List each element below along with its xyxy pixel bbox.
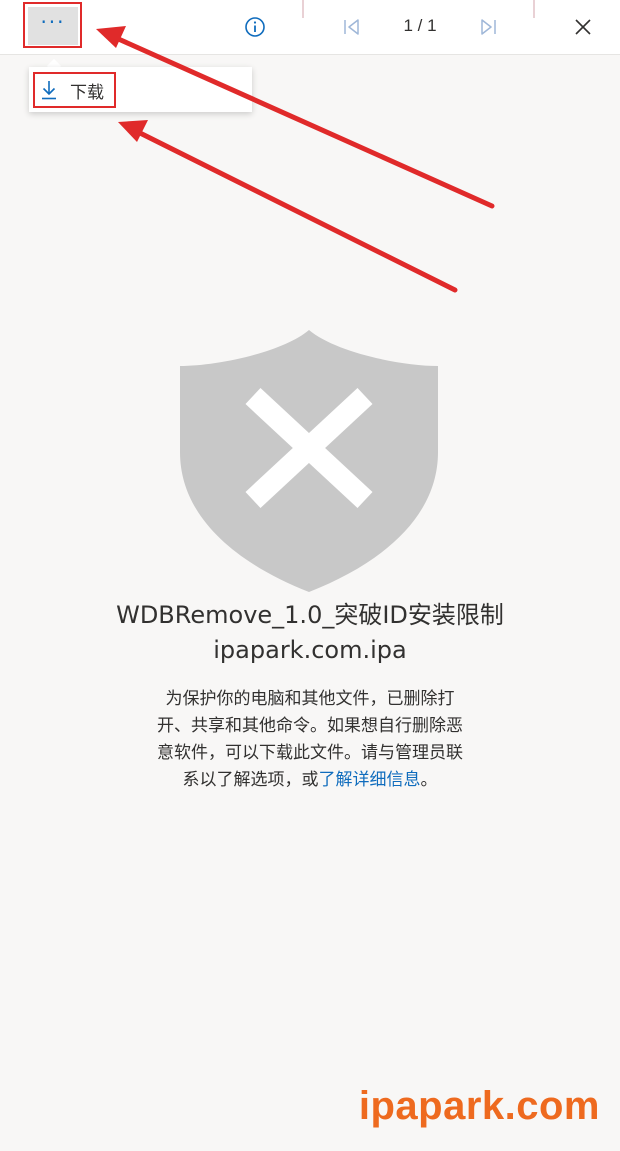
download-label: 下载 — [70, 82, 104, 103]
first-page-icon[interactable] — [343, 19, 361, 35]
blocked-description: 为保护你的电脑和其他文件，已删除打开、共享和其他命令。如果想自行删除恶意软件，可… — [150, 686, 470, 794]
arrow-head-download — [118, 120, 148, 142]
shield-x-icon — [180, 330, 438, 592]
learn-more-link[interactable]: 了解详细信息 — [319, 770, 421, 790]
description-end: 。 — [420, 770, 438, 790]
arrow-to-more-button — [111, 34, 495, 209]
close-icon[interactable] — [574, 18, 592, 36]
toolbar-divider — [533, 0, 535, 18]
page-indicator: 1 / 1 — [403, 16, 437, 35]
arrow-to-download — [133, 128, 458, 293]
info-icon[interactable] — [244, 16, 266, 38]
highlight-box-more — [23, 2, 82, 48]
download-icon — [42, 81, 56, 100]
more-options-menu: 下载 — [29, 67, 252, 112]
toolbar-divider — [302, 0, 304, 18]
blocked-file-name: WDBRemove_1.0_突破ID安装限制ipapark.com.ipa — [116, 601, 504, 664]
download-menu-item[interactable]: 下载 — [33, 72, 116, 108]
last-page-icon[interactable] — [479, 19, 497, 35]
watermark: ipapark.com — [358, 1084, 600, 1128]
viewer-toolbar: ··· 1 / 1 — [0, 0, 620, 55]
